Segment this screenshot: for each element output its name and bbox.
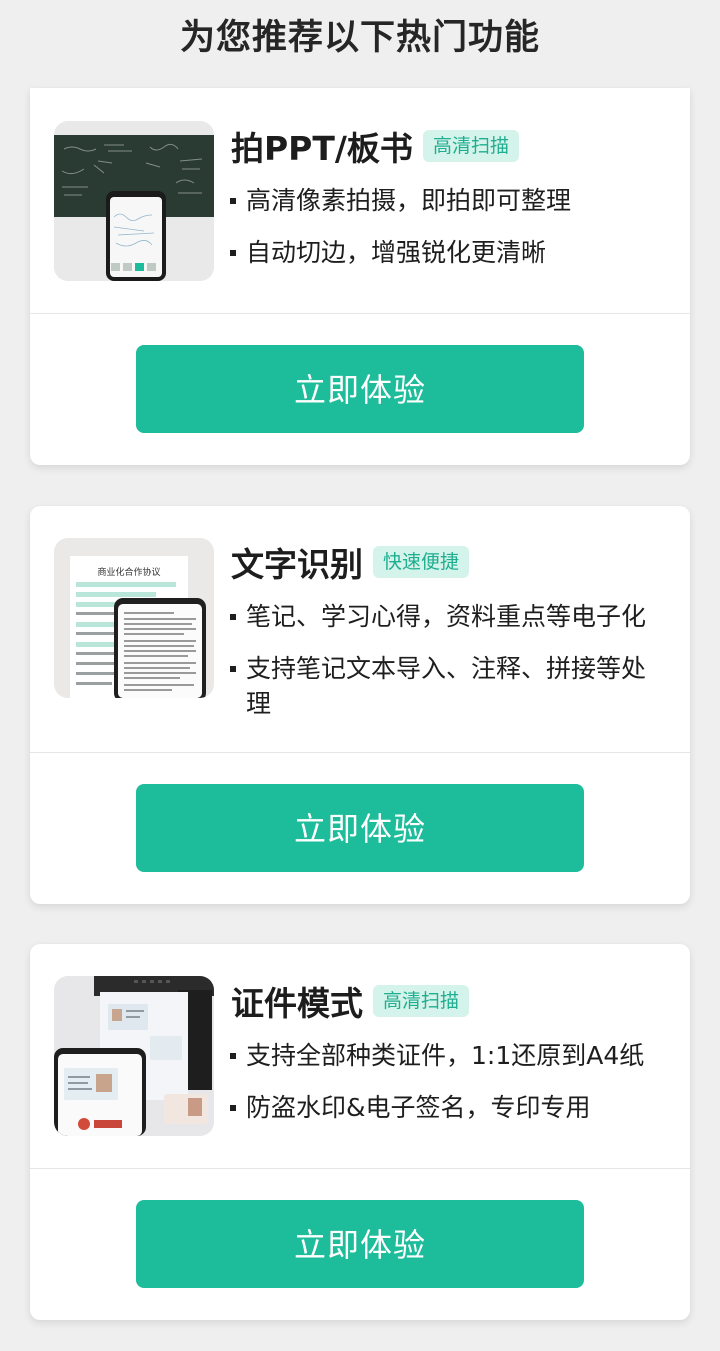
feature-bullet: 防盗水印&电子签名，专印专用 bbox=[228, 1090, 668, 1125]
feature-bullet: 笔记、学习心得，资料重点等电子化 bbox=[228, 599, 668, 634]
feature-title-row: 拍PPT/板书 高清扫描 bbox=[231, 126, 519, 168]
feature-bullet: 自动切边，增强锐化更清晰 bbox=[228, 235, 668, 270]
try-now-button[interactable]: 立即体验 bbox=[136, 784, 584, 872]
divider bbox=[30, 752, 690, 753]
feature-bullet: 高清像素拍摄，即拍即可整理 bbox=[228, 183, 668, 218]
feature-bullet: 支持全部种类证件，1:1还原到A4纸 bbox=[228, 1038, 668, 1073]
feature-title-row: 证件模式 高清扫描 bbox=[231, 981, 470, 1023]
feature-bullets: 高清像素拍摄，即拍即可整理 自动切边，增强锐化更清晰 bbox=[228, 183, 668, 287]
feature-bullet: 支持笔记文本导入、注释、拼接等处理 bbox=[228, 651, 668, 721]
feature-title: 证件模式 bbox=[231, 984, 363, 1023]
feature-bullets: 笔记、学习心得，资料重点等电子化 支持笔记文本导入、注释、拼接等处理 bbox=[228, 599, 668, 738]
divider bbox=[30, 313, 690, 314]
feature-card-id-mode: 证件模式 高清扫描 支持全部种类证件，1:1还原到A4纸 防盗水印&电子签名，专… bbox=[30, 944, 690, 1320]
feature-title-row: 文字识别 快速便捷 bbox=[231, 542, 470, 584]
feature-tag: 高清扫描 bbox=[373, 985, 470, 1017]
feature-tag: 快速便捷 bbox=[373, 546, 470, 578]
feature-bullets: 支持全部种类证件，1:1还原到A4纸 防盗水印&电子签名，专印专用 bbox=[228, 1038, 668, 1142]
feature-title: 拍PPT/板书 bbox=[231, 129, 413, 168]
blackboard-scan-thumbnail bbox=[54, 121, 214, 281]
feature-card-text-recognition: 商业化合作协议 文字识别 快速便捷 笔记、学习心得，资料重点等电子化 支持笔记文… bbox=[30, 506, 690, 904]
text-recognition-thumbnail: 商业化合作协议 bbox=[54, 538, 214, 698]
divider bbox=[30, 1168, 690, 1169]
page-title: 为您推荐以下热门功能 bbox=[179, 18, 540, 58]
feature-tag: 高清扫描 bbox=[422, 130, 519, 162]
try-now-button[interactable]: 立即体验 bbox=[136, 345, 584, 433]
id-card-scan-thumbnail bbox=[54, 976, 214, 1136]
thumbnail-doc-title: 商业化合作协议 bbox=[97, 566, 160, 578]
feature-card-ppt-blackboard: 拍PPT/板书 高清扫描 高清像素拍摄，即拍即可整理 自动切边，增强锐化更清晰 … bbox=[30, 88, 690, 465]
try-now-button[interactable]: 立即体验 bbox=[136, 1200, 584, 1288]
feature-title: 文字识别 bbox=[231, 545, 363, 584]
